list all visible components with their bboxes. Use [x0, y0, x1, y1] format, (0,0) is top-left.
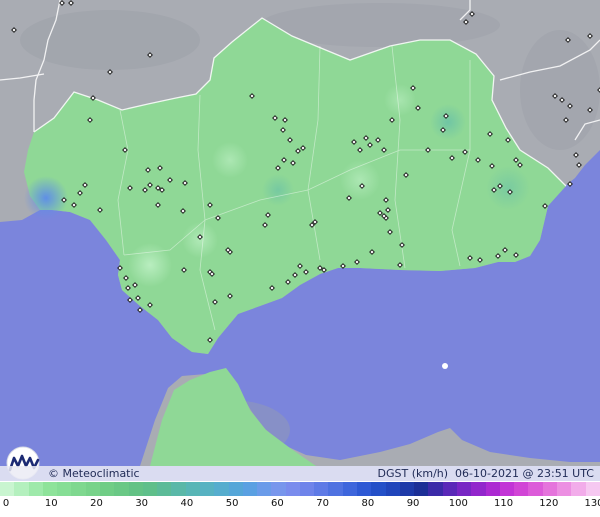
map-view: © Meteoclimatic DGST (km/h) 06-10-2021 @… [0, 0, 600, 517]
legend-swatch [299, 482, 315, 496]
legend-swatch [199, 482, 215, 496]
legend-swatch [71, 482, 86, 496]
legend-swatch [142, 482, 158, 496]
legend-swatch [0, 482, 15, 496]
legend-swatch [499, 482, 515, 496]
legend-tick-label: 30 [135, 498, 149, 509]
legend-swatch [542, 482, 557, 496]
legend-swatch [371, 482, 386, 496]
wind-gust-map [0, 0, 600, 466]
legend-swatch [471, 482, 486, 496]
legend-swatch [157, 482, 172, 496]
legend-swatch [228, 482, 243, 496]
legend-swatch [571, 482, 586, 496]
legend-tick-label: 60 [271, 498, 284, 509]
legend-swatch [128, 482, 143, 496]
legend-swatch [442, 482, 457, 496]
legend-tick-labels: 0 10 20 30 40 50 60 70 80 90 100 110 120 130 [0, 498, 600, 514]
legend-tick-label: 120 [539, 498, 559, 509]
legend-tick-label: 0 [2, 498, 10, 509]
legend-swatch [28, 482, 43, 496]
legend-tick-label: 90 [406, 498, 420, 509]
legend-swatch [171, 482, 186, 496]
legend-tick-label: 40 [180, 498, 194, 509]
legend-tick-label: 70 [316, 498, 329, 509]
legend-swatch [85, 482, 100, 496]
legend-tick-label: 20 [90, 498, 103, 509]
legend-tick-label: 110 [493, 498, 514, 509]
legend-color-scale [0, 482, 600, 496]
legend-swatch [414, 482, 429, 496]
product-label: DGST (km/h) [377, 467, 449, 480]
legend-swatch [585, 482, 600, 496]
legend-swatch [399, 482, 415, 496]
legend-swatch [428, 482, 443, 496]
legend-swatch [556, 482, 572, 496]
island [442, 363, 448, 369]
legend-swatch [314, 482, 329, 496]
legend-swatch [242, 482, 258, 496]
time-label: 23:51 UTC [536, 467, 594, 480]
legend-swatch [385, 482, 400, 496]
color-legend: 0 10 20 30 40 50 60 70 80 90 100 110 120 130 [0, 481, 600, 517]
legend-tick-label: 10 [44, 498, 58, 509]
date-label: 06-10-2021 [455, 467, 519, 480]
legend-swatch [214, 482, 229, 496]
legend-swatch [457, 482, 472, 496]
legend-tick-label: 50 [225, 498, 239, 509]
legend-swatch [99, 482, 115, 496]
legend-swatch [328, 482, 343, 496]
legend-swatch [528, 482, 543, 496]
legend-swatch [185, 482, 200, 496]
legend-swatch [57, 482, 72, 496]
legend-swatch [271, 482, 286, 496]
legend-swatch [485, 482, 500, 496]
legend-swatch [514, 482, 529, 496]
legend-swatch [14, 482, 29, 496]
legend-swatch [257, 482, 272, 496]
legend-swatch [114, 482, 129, 496]
at-sign: @ [522, 467, 534, 480]
legend-tick-label: 80 [361, 498, 375, 509]
info-bar: © Meteoclimatic DGST (km/h) 06-10-2021 @… [0, 466, 600, 481]
legend-swatch [42, 482, 58, 496]
legend-tick-label: 130 [584, 498, 600, 509]
legend-tick-label: 100 [448, 498, 468, 509]
product-timestamp: DGST (km/h) 06-10-2021 @ 23:51 UTC [378, 467, 595, 480]
legend-swatch [342, 482, 358, 496]
legend-swatch [357, 482, 372, 496]
credit-text: © Meteoclimatic [48, 467, 140, 480]
legend-swatch [285, 482, 300, 496]
